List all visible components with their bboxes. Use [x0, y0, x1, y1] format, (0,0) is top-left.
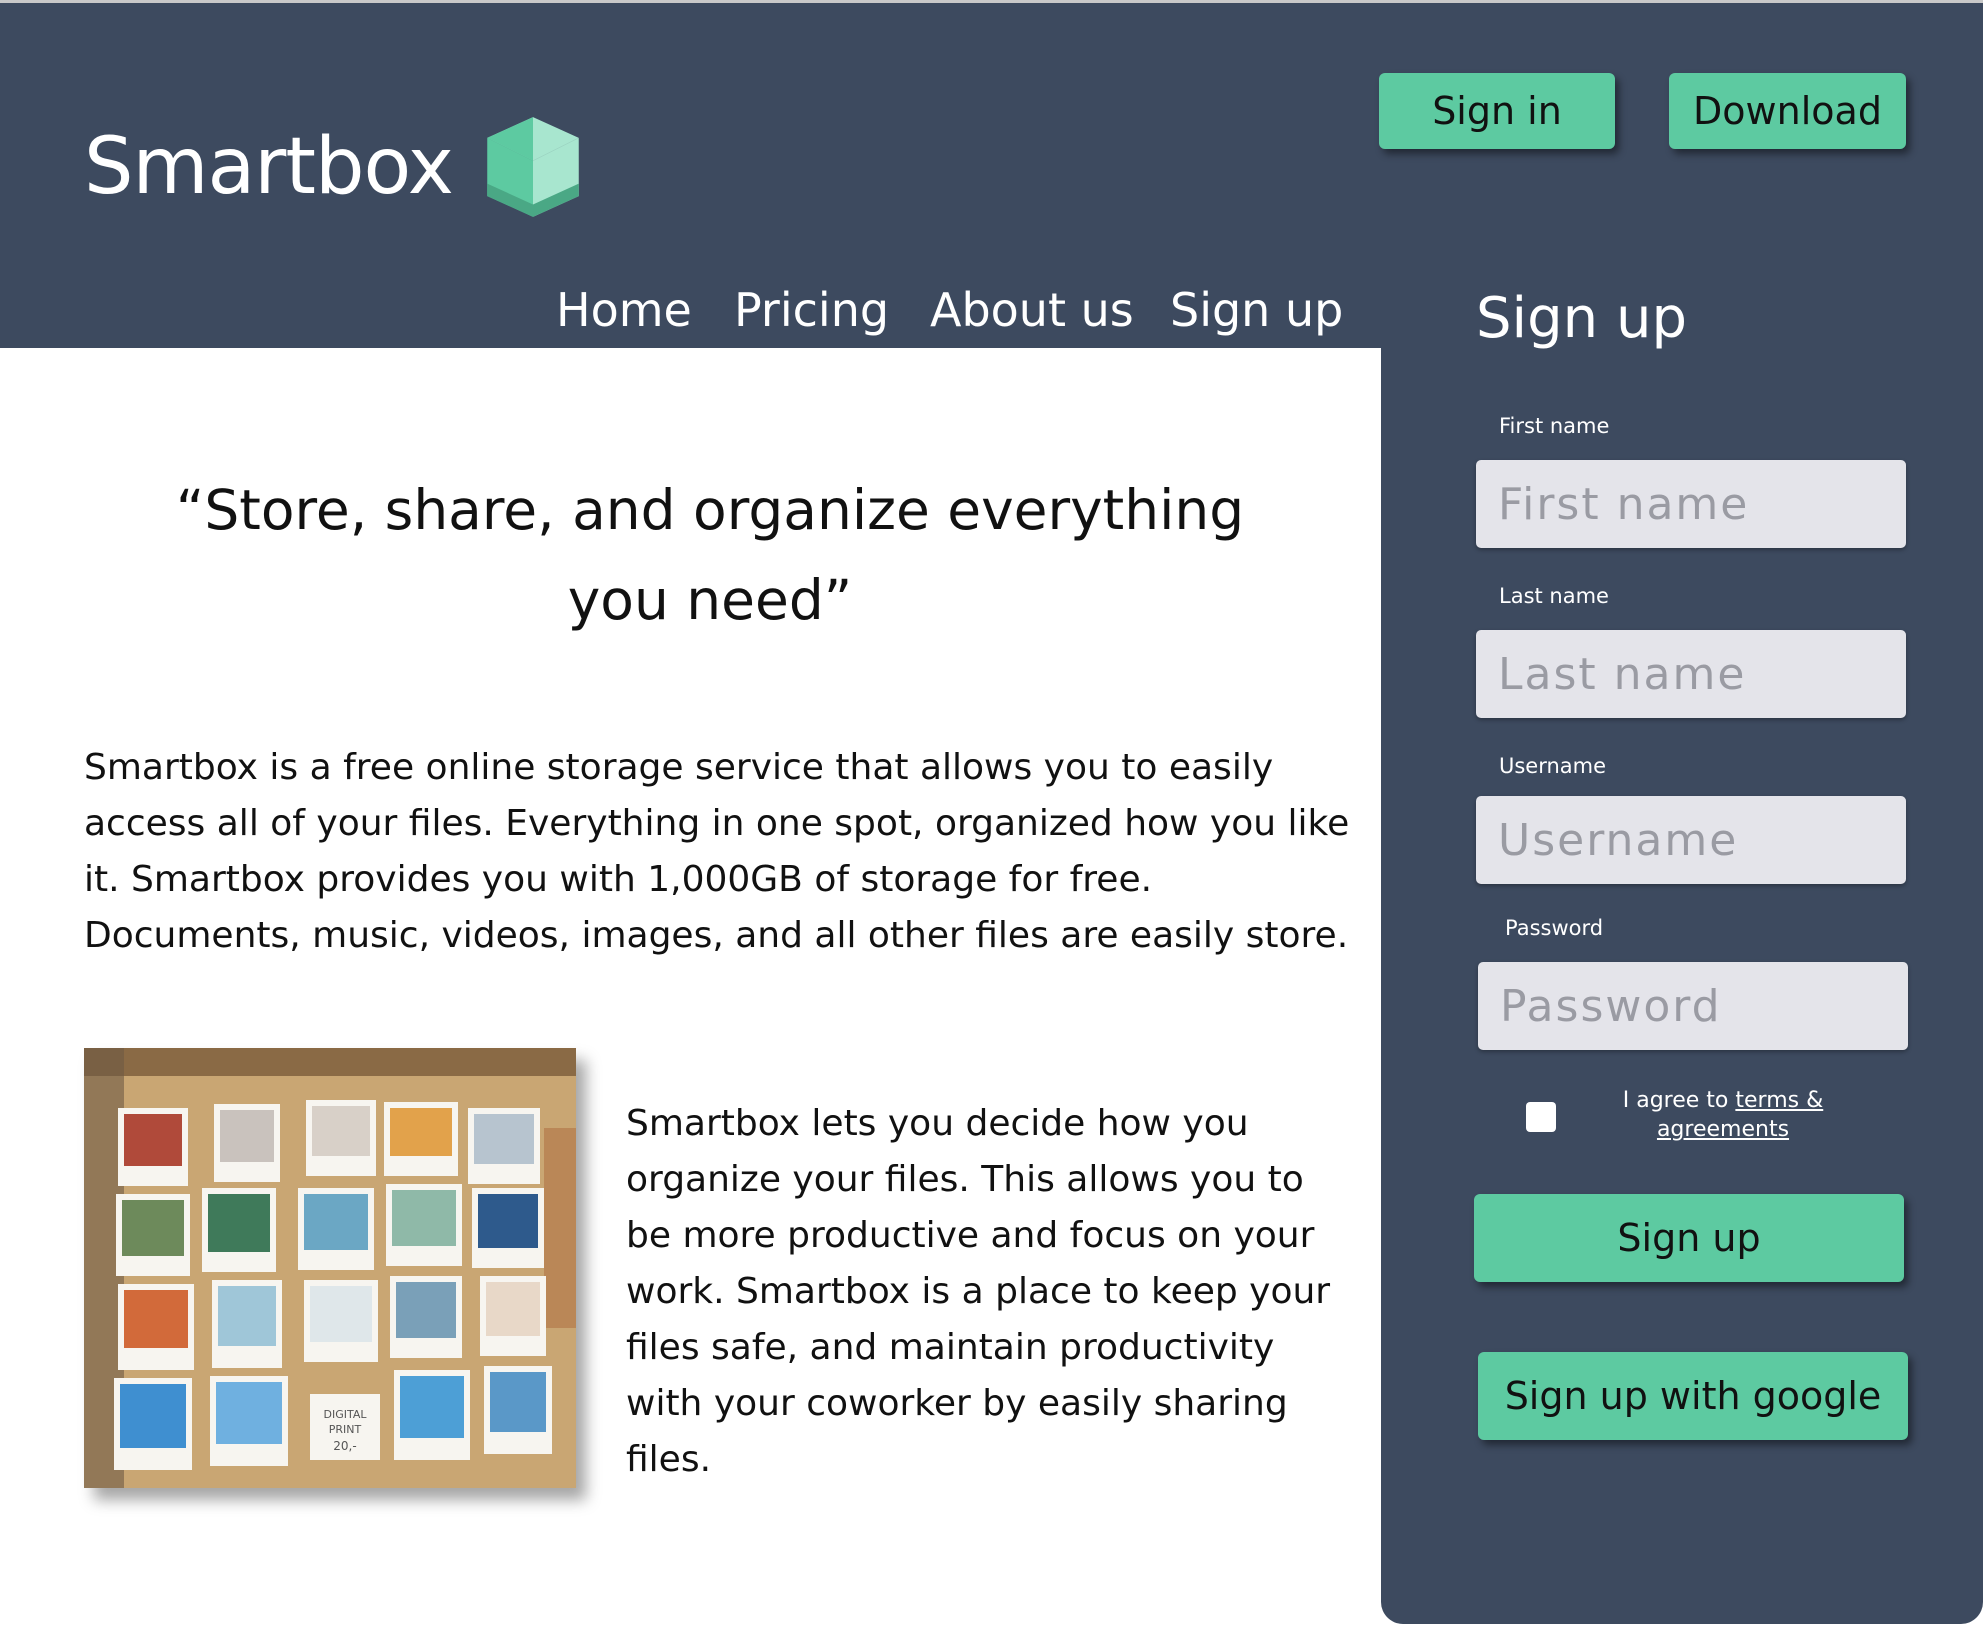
cube-icon — [487, 117, 579, 217]
download-button[interactable]: Download — [1669, 73, 1906, 149]
password-label: Password — [1505, 916, 1604, 940]
print-label-line3: 20,- — [333, 1439, 356, 1453]
hero-quote: “Store, share, and organize everything y… — [175, 478, 1245, 632]
sign-in-button[interactable]: Sign in — [1379, 73, 1615, 149]
intro-paragraph: Smartbox is a free online storage servic… — [84, 747, 1350, 956]
logo-text: Smartbox — [84, 122, 454, 212]
last-name-label: Last name — [1499, 584, 1609, 608]
sign-up-google-button[interactable]: Sign up with google — [1478, 1352, 1908, 1440]
username-field[interactable] — [1476, 796, 1906, 884]
print-label-line2: PRINT — [329, 1423, 362, 1436]
sign-up-button[interactable]: Sign up — [1474, 1194, 1904, 1282]
logo[interactable]: Smartbox — [84, 115, 585, 219]
first-name-field[interactable] — [1476, 460, 1906, 548]
agree-prefix: I agree to — [1622, 1088, 1736, 1113]
nav-about-us[interactable]: About us — [930, 283, 1134, 337]
photo-illustration: DIGITAL PRINT 20,- — [84, 1048, 576, 1488]
signup-title: Sign up — [1476, 286, 1687, 351]
organize-paragraph: Smartbox lets you decide how you organiz… — [626, 1103, 1331, 1480]
nav-pricing[interactable]: Pricing — [734, 283, 889, 337]
signup-panel: Sign up First name Last name Username Pa… — [1381, 280, 1983, 1624]
print-label-line1: DIGITAL — [323, 1408, 367, 1421]
password-field[interactable] — [1478, 962, 1908, 1050]
last-name-field[interactable] — [1476, 630, 1906, 718]
nav-home[interactable]: Home — [556, 283, 692, 337]
photo-wall-image: DIGITAL PRINT 20,- — [84, 1048, 576, 1488]
agree-checkbox[interactable] — [1526, 1102, 1556, 1132]
first-name-label: First name — [1499, 414, 1610, 438]
agree-text: I agree to terms & agreements — [1603, 1086, 1843, 1144]
nav-sign-up[interactable]: Sign up — [1170, 283, 1343, 337]
username-label: Username — [1499, 754, 1607, 778]
